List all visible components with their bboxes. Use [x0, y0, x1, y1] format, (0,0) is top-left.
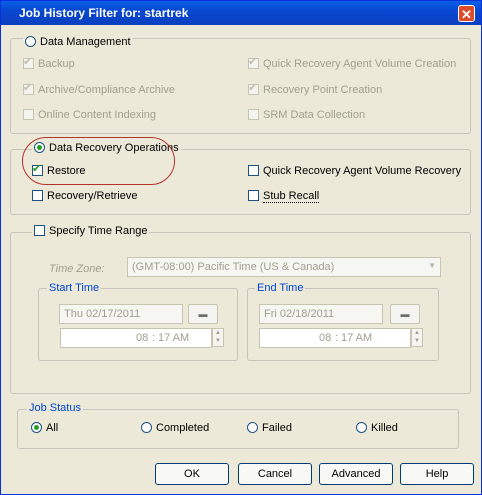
- start-date-value: Thu 02/17/2011: [64, 308, 141, 320]
- job-status-label: Job Status: [27, 402, 83, 414]
- recovery-retrieve-checkbox[interactable]: Recovery/Retrieve: [32, 190, 137, 202]
- checkbox-icon: [34, 225, 45, 236]
- end-date-dropdown-icon[interactable]: ▬: [390, 304, 420, 324]
- status-failed-radio[interactable]: Failed: [247, 422, 292, 434]
- checkbox-icon: ✔: [23, 82, 34, 95]
- radio-icon: [356, 422, 367, 433]
- checkbox-icon: ✔: [23, 56, 34, 69]
- data-management-label: Data Management: [40, 36, 131, 48]
- time-separator: :: [335, 332, 339, 344]
- start-date-field[interactable]: Thu 02/17/2011: [59, 304, 183, 324]
- recovery-retrieve-label: Recovery/Retrieve: [47, 190, 138, 202]
- srm-collection-label: SRM Data Collection: [263, 109, 366, 121]
- end-minute: 17 AM: [341, 332, 373, 344]
- start-time-label: Start Time: [47, 282, 102, 294]
- recovery-point-checkbox[interactable]: ✔ Recovery Point Creation: [248, 82, 383, 96]
- srm-collection-checkbox[interactable]: SRM Data Collection: [248, 109, 365, 121]
- status-killed-label: Killed: [371, 422, 398, 434]
- job-history-filter-dialog: Job History Filter for: startrek ✕ Data …: [0, 0, 482, 495]
- close-button[interactable]: ✕: [458, 5, 475, 22]
- checkbox-icon: [248, 109, 259, 120]
- backup-label: Backup: [38, 58, 75, 70]
- time-zone-label: Time Zone:: [49, 263, 105, 275]
- specify-time-range-checkbox[interactable]: Specify Time Range: [32, 225, 150, 237]
- help-button[interactable]: Help: [400, 463, 474, 485]
- status-all-label: All: [46, 422, 59, 434]
- start-time-field[interactable]: 08 : 17 AM: [60, 328, 212, 348]
- window-title: Job History Filter for: startrek: [19, 6, 189, 20]
- specify-time-range-label: Specify Time Range: [49, 225, 148, 237]
- end-time-field[interactable]: 08 : 17 AM: [259, 328, 411, 348]
- start-hour: 08: [136, 332, 149, 344]
- archive-label: Archive/Compliance Archive: [38, 84, 175, 96]
- qr-volume-recovery-label: Quick Recovery Agent Volume Recovery: [263, 165, 462, 177]
- stub-recall-checkbox[interactable]: Stub Recall: [248, 190, 320, 203]
- status-failed-label: Failed: [262, 422, 292, 434]
- status-completed-label: Completed: [156, 422, 210, 434]
- end-time-group: [247, 288, 439, 361]
- stub-recall-label: Stub Recall: [263, 190, 320, 203]
- status-all-radio[interactable]: All: [31, 422, 58, 434]
- archive-checkbox[interactable]: ✔ Archive/Compliance Archive: [23, 82, 175, 96]
- end-date-field[interactable]: Fri 02/18/2011: [259, 304, 383, 324]
- start-minute: 17 AM: [158, 332, 190, 344]
- end-time-spinner-icon[interactable]: ▲ ▼: [411, 328, 423, 347]
- checkbox-icon: [248, 190, 259, 201]
- status-completed-radio[interactable]: Completed: [141, 422, 209, 434]
- cancel-button[interactable]: Cancel: [238, 463, 312, 485]
- checkbox-icon: ✔: [248, 56, 259, 69]
- ok-button[interactable]: OK: [155, 463, 229, 485]
- highlight-ring: [22, 137, 175, 185]
- start-date-dropdown-icon[interactable]: ▬: [188, 304, 218, 324]
- title-bar[interactable]: Job History Filter for: startrek ✕: [1, 1, 481, 25]
- checkbox-icon: [248, 165, 259, 176]
- backup-checkbox[interactable]: ✔ Backup: [23, 56, 75, 70]
- end-date-value: Fri 02/18/2011: [264, 308, 335, 320]
- time-zone-select[interactable]: (GMT-08:00) Pacific Time (US & Canada) ▼: [127, 257, 441, 277]
- content-indexing-label: Online Content Indexing: [38, 109, 157, 121]
- start-time-group: [38, 288, 238, 361]
- qr-volume-creation-label: Quick Recovery Agent Volume Creation: [263, 58, 457, 70]
- time-zone-value: (GMT-08:00) Pacific Time (US & Canada): [132, 261, 335, 273]
- end-time-label: End Time: [255, 282, 306, 294]
- radio-icon: [141, 422, 152, 433]
- radio-icon: [247, 422, 258, 433]
- content-indexing-checkbox[interactable]: Online Content Indexing: [23, 109, 156, 121]
- time-separator: :: [152, 332, 156, 344]
- start-time-spinner-icon[interactable]: ▲ ▼: [212, 328, 224, 347]
- qr-volume-creation-checkbox[interactable]: ✔ Quick Recovery Agent Volume Creation: [248, 56, 457, 70]
- recovery-point-label: Recovery Point Creation: [263, 84, 383, 96]
- checkbox-icon: ✔: [248, 82, 259, 95]
- end-hour: 08: [319, 332, 332, 344]
- chevron-down-icon: ▼: [428, 261, 436, 270]
- checkbox-icon: [32, 190, 43, 201]
- status-killed-radio[interactable]: Killed: [356, 422, 398, 434]
- data-management-radio[interactable]: Data Management: [23, 36, 133, 48]
- radio-icon: [25, 36, 36, 47]
- radio-icon: [31, 422, 42, 433]
- qr-volume-recovery-checkbox[interactable]: Quick Recovery Agent Volume Recovery: [248, 165, 461, 177]
- advanced-button[interactable]: Advanced: [319, 463, 393, 485]
- checkbox-icon: [23, 109, 34, 120]
